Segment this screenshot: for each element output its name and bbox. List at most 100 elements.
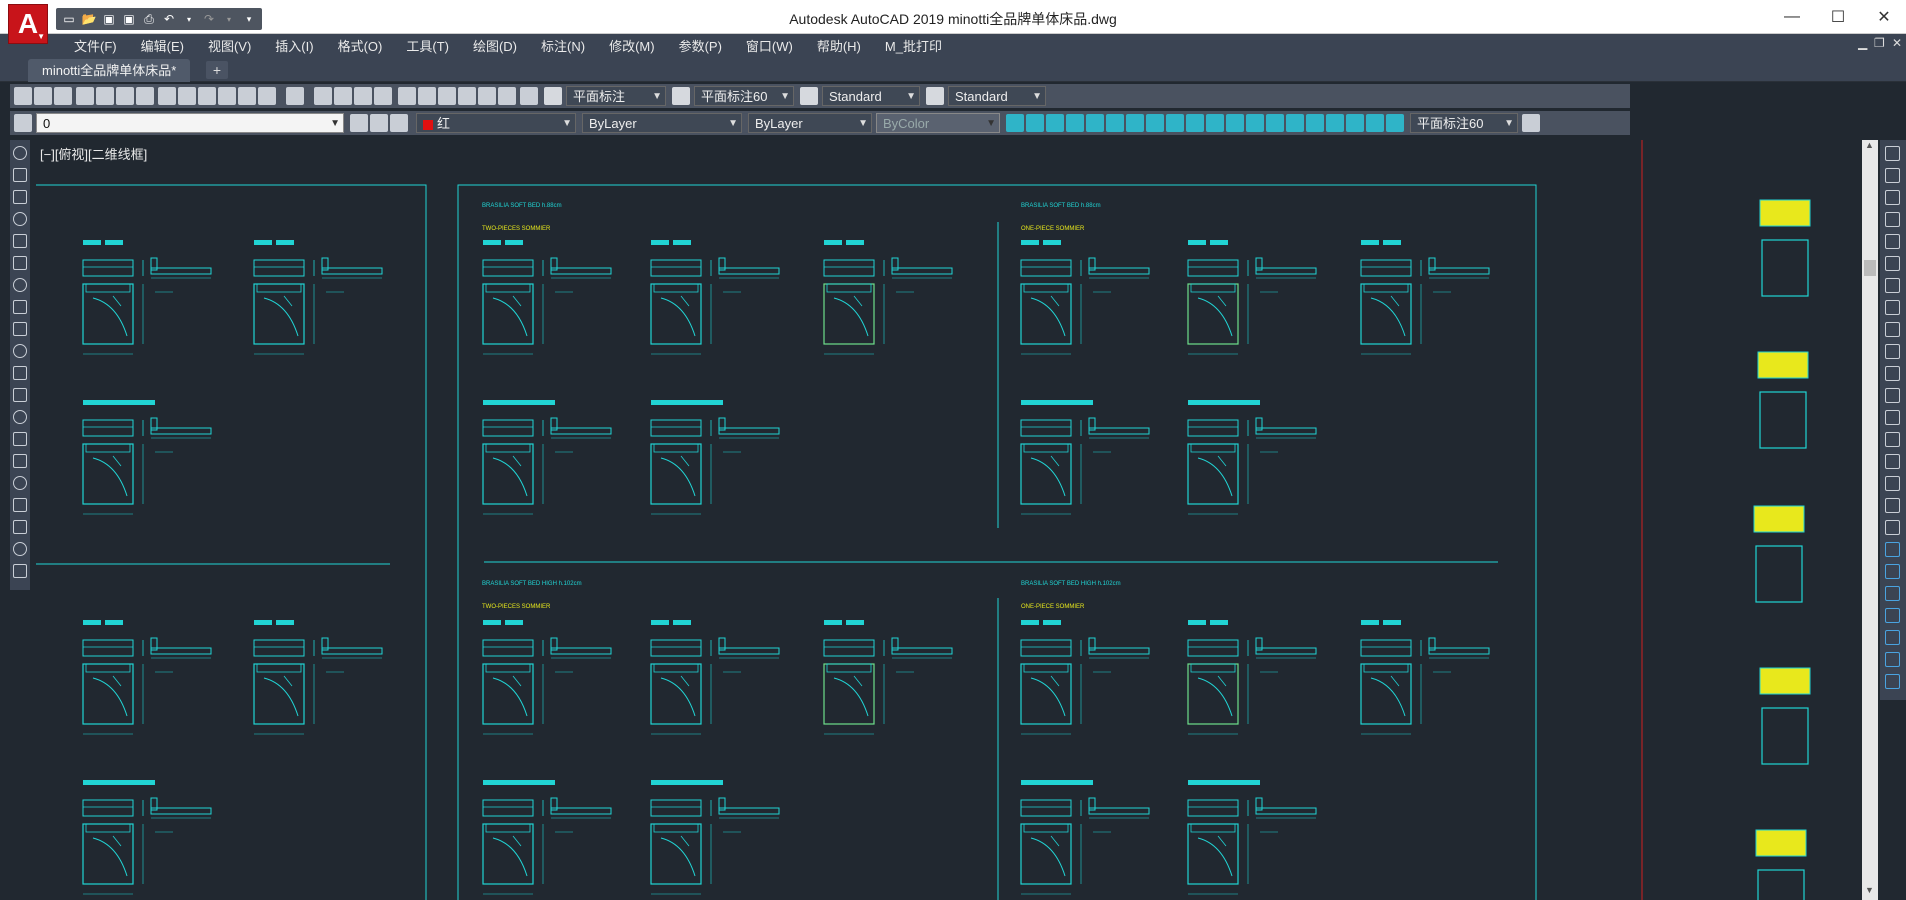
bed-block[interactable] — [823, 240, 953, 355]
bring-dims-front-icon[interactable] — [1885, 652, 1900, 667]
ellipse-arc-icon[interactable] — [13, 366, 27, 380]
lineweight-select[interactable]: ByLayer ▼ — [748, 113, 872, 133]
draw-order-front-icon[interactable] — [1885, 542, 1900, 557]
arc-icon[interactable] — [13, 256, 27, 270]
menu-modify[interactable]: 修改(M) — [597, 36, 667, 55]
menu-batch-plot[interactable]: M_批打印 — [873, 36, 954, 55]
mdi-minimize-icon[interactable]: ▁ — [1858, 36, 1867, 50]
copy-icon[interactable] — [178, 87, 196, 105]
erase-icon[interactable] — [1885, 146, 1900, 161]
bed-block[interactable] — [253, 620, 383, 735]
menu-parametric[interactable]: 参数(P) — [667, 36, 734, 55]
zoom-previous-icon[interactable] — [374, 87, 392, 105]
mirror-icon[interactable] — [1885, 190, 1900, 205]
angular-dim-icon[interactable] — [1146, 114, 1164, 132]
dim-update-icon[interactable] — [1386, 114, 1404, 132]
bed-block[interactable] — [650, 780, 780, 895]
bed-block[interactable] — [82, 620, 212, 735]
copy-object-icon[interactable] — [1885, 168, 1900, 183]
properties-icon[interactable] — [398, 87, 416, 105]
markup-icon[interactable] — [478, 87, 496, 105]
send-hatch-back-icon[interactable] — [1885, 674, 1900, 689]
radius-dim-icon[interactable] — [1086, 114, 1104, 132]
draw-order-below-icon[interactable] — [1885, 608, 1900, 623]
menu-help[interactable]: 帮助(H) — [805, 36, 873, 55]
dim-space-icon[interactable] — [1226, 114, 1244, 132]
scroll-thumb[interactable] — [1864, 260, 1876, 276]
cut-icon[interactable] — [158, 87, 176, 105]
print-preview-icon[interactable] — [96, 87, 114, 105]
insert-block-icon[interactable] — [13, 388, 27, 402]
scroll-up-arrow[interactable]: ▲ — [1865, 140, 1874, 150]
revision-cloud-icon[interactable] — [13, 300, 27, 314]
bed-block[interactable] — [482, 620, 612, 735]
viewport-controls[interactable]: [−][俯视][二维线框] — [40, 144, 147, 163]
aligned-dim-icon[interactable] — [1026, 114, 1044, 132]
bed-block[interactable] — [82, 400, 212, 515]
menu-format[interactable]: 格式(O) — [326, 36, 395, 55]
point-icon[interactable] — [13, 432, 27, 446]
bed-block[interactable] — [1187, 240, 1317, 355]
rotate-icon[interactable] — [1885, 278, 1900, 293]
text-style-icon[interactable] — [544, 87, 562, 105]
tolerance-icon[interactable] — [1266, 114, 1284, 132]
linear-dim-icon[interactable] — [1006, 114, 1024, 132]
break-at-point-icon[interactable] — [1885, 388, 1900, 403]
bed-block[interactable] — [823, 620, 953, 735]
break-icon[interactable] — [1885, 410, 1900, 425]
arc-length-dim-icon[interactable] — [1046, 114, 1064, 132]
thumbnail-bed-block[interactable] — [1753, 505, 1805, 603]
bed-block[interactable] — [1187, 400, 1317, 515]
jogged-linear-icon[interactable] — [1326, 114, 1344, 132]
new-icon[interactable] — [14, 87, 32, 105]
block-editor-icon[interactable] — [238, 87, 256, 105]
gradient-icon[interactable] — [13, 476, 27, 490]
color-select[interactable]: 红 ▼ — [416, 113, 576, 133]
save-icon[interactable] — [54, 87, 72, 105]
table-style-select[interactable]: Standard ▼ — [822, 86, 920, 106]
thumbnail-bed-block[interactable] — [1759, 199, 1811, 297]
mdi-close-icon[interactable]: ✕ — [1892, 36, 1902, 50]
polyline-icon[interactable] — [13, 190, 27, 204]
bed-block[interactable] — [1360, 240, 1490, 355]
ordinate-dim-icon[interactable] — [1066, 114, 1084, 132]
dim-style-select-2[interactable]: 平面标注60 ▼ — [1410, 113, 1518, 133]
stretch-icon[interactable] — [1885, 322, 1900, 337]
polygon-icon[interactable] — [13, 212, 27, 226]
layer-previous-icon[interactable] — [370, 114, 388, 132]
redo-icon[interactable] — [286, 87, 304, 105]
mtext-icon[interactable] — [13, 542, 27, 556]
dim-break-icon[interactable] — [1246, 114, 1264, 132]
pan-icon[interactable] — [314, 87, 332, 105]
diameter-dim-icon[interactable] — [1126, 114, 1144, 132]
open-icon[interactable] — [34, 87, 52, 105]
match-properties-icon[interactable] — [218, 87, 236, 105]
bed-block[interactable] — [1360, 620, 1490, 735]
text-style-select[interactable]: 平面标注 ▼ — [566, 86, 666, 106]
hatch-icon[interactable] — [13, 454, 27, 468]
fillet-icon[interactable] — [1885, 476, 1900, 491]
menu-file[interactable]: 文件(F) — [62, 36, 129, 55]
design-center-icon[interactable] — [418, 87, 436, 105]
3d-dwf-icon[interactable] — [136, 87, 154, 105]
menu-tools[interactable]: 工具(T) — [394, 36, 461, 55]
bed-block[interactable] — [650, 620, 780, 735]
center-mark-icon[interactable] — [1286, 114, 1304, 132]
menu-dimension[interactable]: 标注(N) — [529, 36, 597, 55]
tab-drawing[interactable]: minotti全品牌单体床品* — [28, 59, 191, 82]
table-style-icon[interactable] — [800, 87, 818, 105]
layer-states-icon[interactable] — [390, 114, 408, 132]
spline-icon[interactable] — [13, 322, 27, 336]
thumbnail-bed-block[interactable] — [1755, 829, 1807, 900]
bed-block[interactable] — [253, 240, 383, 355]
quickcalc-icon[interactable] — [498, 87, 516, 105]
vertical-scrollbar[interactable]: ▲ ▼ — [1862, 140, 1878, 900]
linetype-select[interactable]: ByLayer ▼ — [582, 113, 742, 133]
undo-icon[interactable] — [258, 87, 276, 105]
line-icon[interactable] — [13, 146, 27, 160]
bed-block[interactable] — [1020, 620, 1150, 735]
region-icon[interactable] — [13, 498, 27, 512]
menu-insert[interactable]: 插入(I) — [263, 36, 325, 55]
plotstyle-select[interactable]: ByColor ▼ — [876, 113, 1000, 133]
offset-icon[interactable] — [1885, 212, 1900, 227]
